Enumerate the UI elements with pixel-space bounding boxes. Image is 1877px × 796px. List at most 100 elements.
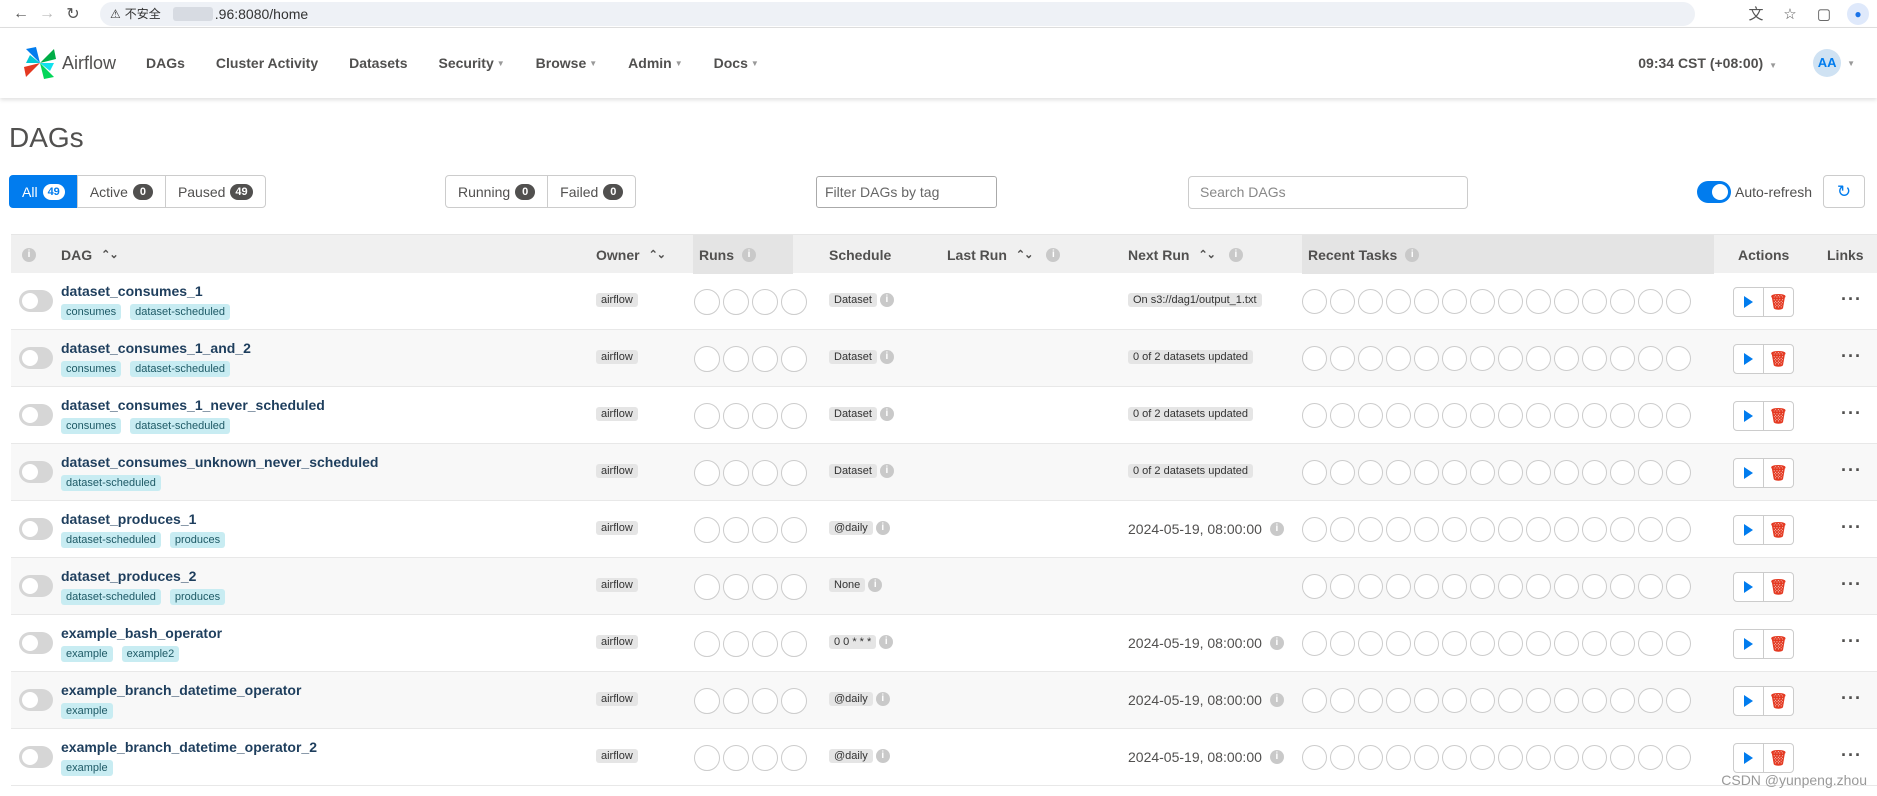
owner-badge[interactable]: airflow (596, 464, 638, 478)
trigger-dag-button[interactable] (1733, 458, 1764, 488)
task-status-circle[interactable] (1498, 631, 1523, 656)
task-status-circle[interactable] (1554, 517, 1579, 542)
task-status-circle[interactable] (1386, 631, 1411, 656)
task-status-circle[interactable] (1554, 688, 1579, 713)
delete-dag-button[interactable]: 🗑 (1763, 743, 1794, 773)
pause-toggle[interactable] (19, 461, 53, 483)
task-status-circle[interactable] (1470, 517, 1495, 542)
schedule-badge[interactable]: Dataset (829, 464, 877, 478)
task-status-circle[interactable] (1330, 631, 1355, 656)
dag-tag[interactable]: example (61, 703, 113, 719)
trigger-dag-button[interactable] (1733, 401, 1764, 431)
schedule-badge[interactable]: Dataset (829, 407, 877, 421)
run-status-circle[interactable] (752, 289, 778, 315)
more-links-icon[interactable]: ··· (1841, 517, 1862, 538)
dag-tag[interactable]: consumes (61, 418, 122, 434)
task-status-circle[interactable] (1442, 346, 1467, 371)
next-run-badge[interactable]: 0 of 2 datasets updated (1128, 464, 1253, 478)
address-bar[interactable]: ⚠ 不安全 .96:8080/home (100, 1, 1695, 26)
task-status-circle[interactable] (1554, 403, 1579, 428)
reload-icon[interactable]: ↻ (60, 4, 86, 24)
refresh-button[interactable]: ↻ (1823, 175, 1865, 208)
filter-all-button[interactable]: All 49 (9, 175, 78, 208)
task-status-circle[interactable] (1358, 688, 1383, 713)
task-status-circle[interactable] (1582, 688, 1607, 713)
owner-badge[interactable]: airflow (596, 749, 638, 763)
col-dag[interactable]: DAG ⌃⌄ (61, 235, 119, 274)
run-status-circle[interactable] (723, 403, 749, 429)
task-status-circle[interactable] (1554, 346, 1579, 371)
info-icon[interactable]: i (875, 692, 890, 706)
info-icon[interactable]: i (1405, 247, 1420, 262)
run-status-circle[interactable] (752, 631, 778, 657)
task-status-circle[interactable] (1470, 460, 1495, 485)
run-status-circle[interactable] (694, 403, 720, 429)
trigger-dag-button[interactable] (1733, 344, 1764, 374)
task-status-circle[interactable] (1666, 289, 1691, 314)
more-links-icon[interactable]: ··· (1841, 460, 1862, 481)
trigger-dag-button[interactable] (1733, 743, 1764, 773)
nav-cluster-activity[interactable]: Cluster Activity (216, 55, 318, 71)
delete-dag-button[interactable]: 🗑 (1763, 515, 1794, 545)
dag-tag[interactable]: dataset-scheduled (61, 532, 161, 548)
task-status-circle[interactable] (1526, 403, 1551, 428)
task-status-circle[interactable] (1330, 403, 1355, 428)
task-status-circle[interactable] (1666, 745, 1691, 770)
task-status-circle[interactable] (1358, 745, 1383, 770)
run-status-circle[interactable] (752, 745, 778, 771)
task-status-circle[interactable] (1638, 631, 1663, 656)
task-status-circle[interactable] (1386, 517, 1411, 542)
task-status-circle[interactable] (1358, 631, 1383, 656)
task-status-circle[interactable] (1638, 745, 1663, 770)
run-status-circle[interactable] (752, 517, 778, 543)
task-status-circle[interactable] (1666, 517, 1691, 542)
run-status-circle[interactable] (781, 631, 807, 657)
info-icon[interactable]: i (1269, 750, 1284, 764)
task-status-circle[interactable] (1498, 517, 1523, 542)
task-status-circle[interactable] (1358, 517, 1383, 542)
dag-name-link[interactable]: dataset_consumes_1_and_2 (61, 340, 251, 356)
run-status-circle[interactable] (752, 460, 778, 486)
task-status-circle[interactable] (1498, 574, 1523, 599)
run-status-circle[interactable] (723, 289, 749, 315)
nav-admin[interactable]: Admin ▼ (628, 55, 682, 71)
task-status-circle[interactable] (1386, 289, 1411, 314)
task-status-circle[interactable] (1414, 289, 1439, 314)
task-status-circle[interactable] (1302, 403, 1327, 428)
dag-tag[interactable]: dataset-scheduled (130, 361, 231, 377)
task-status-circle[interactable] (1638, 517, 1663, 542)
owner-badge[interactable]: airflow (596, 521, 638, 535)
task-status-circle[interactable] (1638, 688, 1663, 713)
task-status-circle[interactable] (1638, 346, 1663, 371)
next-run-badge[interactable]: 0 of 2 datasets updated (1128, 350, 1253, 364)
dag-tag[interactable]: produces (169, 532, 226, 548)
task-status-circle[interactable] (1610, 631, 1635, 656)
task-status-circle[interactable] (1498, 460, 1523, 485)
run-status-circle[interactable] (781, 517, 807, 543)
info-icon[interactable]: i (1228, 247, 1243, 262)
task-status-circle[interactable] (1526, 574, 1551, 599)
trigger-dag-button[interactable] (1733, 287, 1764, 317)
col-owner[interactable]: Owner ⌃⌄ (596, 235, 666, 274)
dag-name-link[interactable]: dataset_consumes_1_never_scheduled (61, 397, 325, 413)
more-links-icon[interactable]: ··· (1841, 745, 1862, 766)
trigger-dag-button[interactable] (1733, 629, 1764, 659)
task-status-circle[interactable] (1526, 460, 1551, 485)
filter-running-button[interactable]: Running 0 (445, 175, 549, 208)
more-links-icon[interactable]: ··· (1841, 346, 1862, 367)
task-status-circle[interactable] (1582, 346, 1607, 371)
info-icon[interactable]: i (879, 293, 894, 307)
task-status-circle[interactable] (1330, 460, 1355, 485)
run-status-circle[interactable] (781, 346, 807, 372)
run-status-circle[interactable] (723, 574, 749, 600)
delete-dag-button[interactable]: 🗑 (1763, 629, 1794, 659)
task-status-circle[interactable] (1442, 688, 1467, 713)
task-status-circle[interactable] (1414, 631, 1439, 656)
task-status-circle[interactable] (1526, 346, 1551, 371)
dag-tag[interactable]: consumes (61, 304, 122, 320)
info-icon[interactable]: i (868, 578, 883, 592)
auto-refresh-toggle[interactable]: Auto-refresh (1697, 181, 1812, 203)
task-status-circle[interactable] (1302, 574, 1327, 599)
task-status-circle[interactable] (1666, 403, 1691, 428)
task-status-circle[interactable] (1610, 688, 1635, 713)
